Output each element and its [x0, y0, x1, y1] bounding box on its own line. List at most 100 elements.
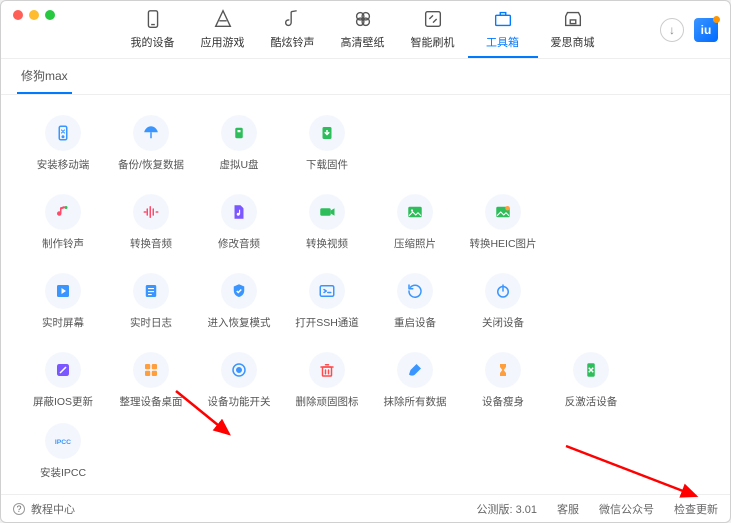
tool-video[interactable]: 转换视频	[295, 194, 359, 251]
nav-label: 工具箱	[486, 34, 519, 50]
tool-trash[interactable]: 删除顽固图标	[295, 352, 359, 409]
tool-section-2: 实时屏幕 实时日志 进入恢复模式 打开SSH通道 重启设备 关闭设备	[31, 273, 700, 330]
help-icon[interactable]: ?	[13, 503, 25, 515]
tool-label: 备份/恢复数据	[118, 157, 184, 172]
nav-item-6[interactable]: 爱思商城	[538, 2, 608, 58]
maximize-button[interactable]	[45, 10, 55, 20]
tool-label: 下载固件	[306, 157, 348, 172]
tool-udisk[interactable]: 虚拟U盘	[207, 115, 271, 172]
minimize-button[interactable]	[29, 10, 39, 20]
tool-label: 安装IPCC	[40, 465, 86, 480]
nav-item-1[interactable]: 应用游戏	[188, 2, 258, 58]
app-logo[interactable]: iu	[694, 18, 718, 42]
block-icon	[45, 352, 81, 388]
nav-label: 酷炫铃声	[271, 34, 315, 50]
nav-item-0[interactable]: 我的设备	[118, 2, 188, 58]
tool-image[interactable]: 压缩照片	[383, 194, 447, 251]
restart-icon	[397, 273, 433, 309]
nav-label: 应用游戏	[201, 34, 245, 50]
tool-block[interactable]: 屏蔽IOS更新	[31, 352, 95, 409]
tool-log[interactable]: 实时日志	[119, 273, 183, 330]
annotation-arrow-2	[561, 441, 711, 511]
phone-install-icon	[45, 115, 81, 151]
tool-label: 实时日志	[130, 315, 172, 330]
tool-label: 设备瘦身	[482, 394, 524, 409]
nav-label: 智能刷机	[411, 34, 455, 50]
tool-label: 压缩照片	[394, 236, 436, 251]
download-icon[interactable]: ↓	[660, 18, 684, 42]
file-audio-icon	[221, 194, 257, 230]
download-fw-icon	[309, 115, 345, 151]
tool-label: 转换音频	[130, 236, 172, 251]
tabbar: 修狗max	[1, 59, 730, 95]
nav-label: 我的设备	[131, 34, 175, 50]
tool-power[interactable]: 关闭设备	[471, 273, 535, 330]
waveform-icon	[133, 194, 169, 230]
tutorial-link[interactable]: 教程中心	[31, 501, 75, 517]
window-controls	[13, 10, 55, 20]
music-note-icon	[45, 194, 81, 230]
tool-shield[interactable]: 进入恢复模式	[207, 273, 271, 330]
tool-label: 修改音频	[218, 236, 260, 251]
deactivate-icon	[573, 352, 609, 388]
nav-item-3[interactable]: 高清壁纸	[328, 2, 398, 58]
tool-image-heic[interactable]: 转换HEIC图片	[471, 194, 535, 251]
tool-download-fw[interactable]: 下载固件	[295, 115, 359, 172]
toggle-icon	[221, 352, 257, 388]
tool-label: 重启设备	[394, 315, 436, 330]
log-icon	[133, 273, 169, 309]
tool-umbrella[interactable]: 备份/恢复数据	[119, 115, 183, 172]
tool-slim[interactable]: 设备瘦身	[471, 352, 535, 409]
tool-label: 转换视频	[306, 236, 348, 251]
trash-icon	[309, 352, 345, 388]
nav-item-5[interactable]: 工具箱	[468, 2, 538, 58]
nav-item-4[interactable]: 智能刷机	[398, 2, 468, 58]
tool-label: 反激活设备	[565, 394, 618, 409]
power-icon	[485, 273, 521, 309]
tool-waveform[interactable]: 转换音频	[119, 194, 183, 251]
nav-item-2[interactable]: 酷炫铃声	[258, 2, 328, 58]
ipcc-text-icon: IPCC	[45, 423, 81, 459]
grid4-icon	[133, 352, 169, 388]
close-button[interactable]	[13, 10, 23, 20]
slim-icon	[485, 352, 521, 388]
tool-screen[interactable]: 实时屏幕	[31, 273, 95, 330]
nav-label: 爱思商城	[551, 34, 595, 50]
tool-file-audio[interactable]: 修改音频	[207, 194, 271, 251]
tool-label: 打开SSH通道	[295, 315, 359, 330]
nav-label: 高清壁纸	[341, 34, 385, 50]
svg-text:IPCC: IPCC	[55, 439, 71, 446]
tool-brush[interactable]: 抹除所有数据	[383, 352, 447, 409]
shield-icon	[221, 273, 257, 309]
tool-label: 抹除所有数据	[384, 394, 447, 409]
tool-label: 制作铃声	[42, 236, 84, 251]
tool-label: 安装移动端	[37, 157, 90, 172]
tool-section-0: 安装移动端 备份/恢复数据 虚拟U盘下载固件	[31, 115, 700, 172]
tool-restart[interactable]: 重启设备	[383, 273, 447, 330]
nav-right: ↓ iu	[660, 18, 718, 42]
tool-deactivate[interactable]: 反激活设备	[559, 352, 623, 409]
tool-label: 实时屏幕	[42, 315, 84, 330]
titlebar: 我的设备 应用游戏 酷炫铃声 高清壁纸 智能刷机 工具箱 爱思商城 ↓ iu	[1, 1, 730, 59]
ssh-icon	[309, 273, 345, 309]
annotation-arrow-1	[171, 386, 241, 446]
image-heic-icon	[485, 194, 521, 230]
image-icon	[397, 194, 433, 230]
udisk-icon	[221, 115, 257, 151]
tool-ipcc-text[interactable]: IPCC 安装IPCC	[31, 423, 95, 480]
version-label: 公测版: 3.01	[476, 501, 537, 517]
tool-music-note[interactable]: 制作铃声	[31, 194, 95, 251]
tool-ssh[interactable]: 打开SSH通道	[295, 273, 359, 330]
main-nav: 我的设备 应用游戏 酷炫铃声 高清壁纸 智能刷机 工具箱 爱思商城	[75, 2, 650, 58]
tool-label: 屏蔽IOS更新	[33, 394, 93, 409]
tool-phone-install[interactable]: 安装移动端	[31, 115, 95, 172]
content-area: 安装移动端 备份/恢复数据 虚拟U盘下载固件制作铃声 转换音频 修改音频 转换视频 压缩照片…	[1, 95, 730, 494]
tool-label: 删除顽固图标	[296, 394, 359, 409]
screen-icon	[45, 273, 81, 309]
umbrella-icon	[133, 115, 169, 151]
tool-label: 进入恢复模式	[208, 315, 271, 330]
tool-section-1: 制作铃声 转换音频 修改音频 转换视频 压缩照片 转换HEIC图片	[31, 194, 700, 251]
device-tab[interactable]: 修狗max	[17, 59, 72, 94]
brush-icon	[397, 352, 433, 388]
video-icon	[309, 194, 345, 230]
